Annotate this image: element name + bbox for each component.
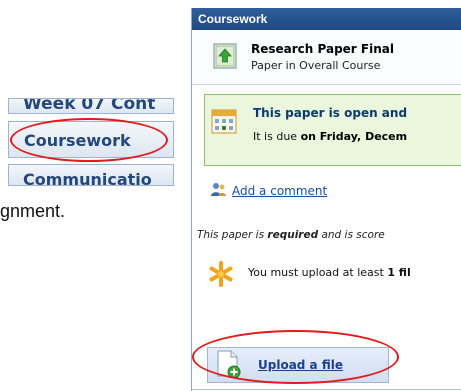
due-date-bold: on Friday, Decem [300,130,408,143]
caption-fragment: gnment. [0,201,66,221]
calendar-icon [211,108,237,134]
highlight-oval-coursework [10,118,168,162]
upload-requirement-text: You must upload at least 1 fil [248,266,411,279]
assignment-subtitle: Paper in Overall Course [251,59,381,72]
panel-title: Coursework [192,8,461,30]
panel-divider [192,389,461,390]
due-date-text: It is due on Friday, Decem [253,130,408,143]
nav-item-week-07[interactable]: Week 07 Cont [8,98,174,114]
status-notice: This paper is open and It is due on Frid… [204,94,461,166]
assignment-title: Research Paper Final [251,42,394,56]
highlight-oval-upload [192,330,399,384]
required-bold: required [267,229,319,241]
people-icon [210,182,227,197]
upload-count-bold: 1 fil [387,266,411,279]
add-comment-link[interactable]: Add a comment [232,184,327,198]
required-text: This paper is required and is score [197,229,385,241]
asterisk-icon [208,261,234,287]
notice-title: This paper is open and [253,106,408,120]
assignment-header: Research Paper Final Paper in Overall Co… [192,30,461,85]
nav-item-communication[interactable]: Communicatio [8,164,174,186]
paper-upload-icon [213,43,237,69]
